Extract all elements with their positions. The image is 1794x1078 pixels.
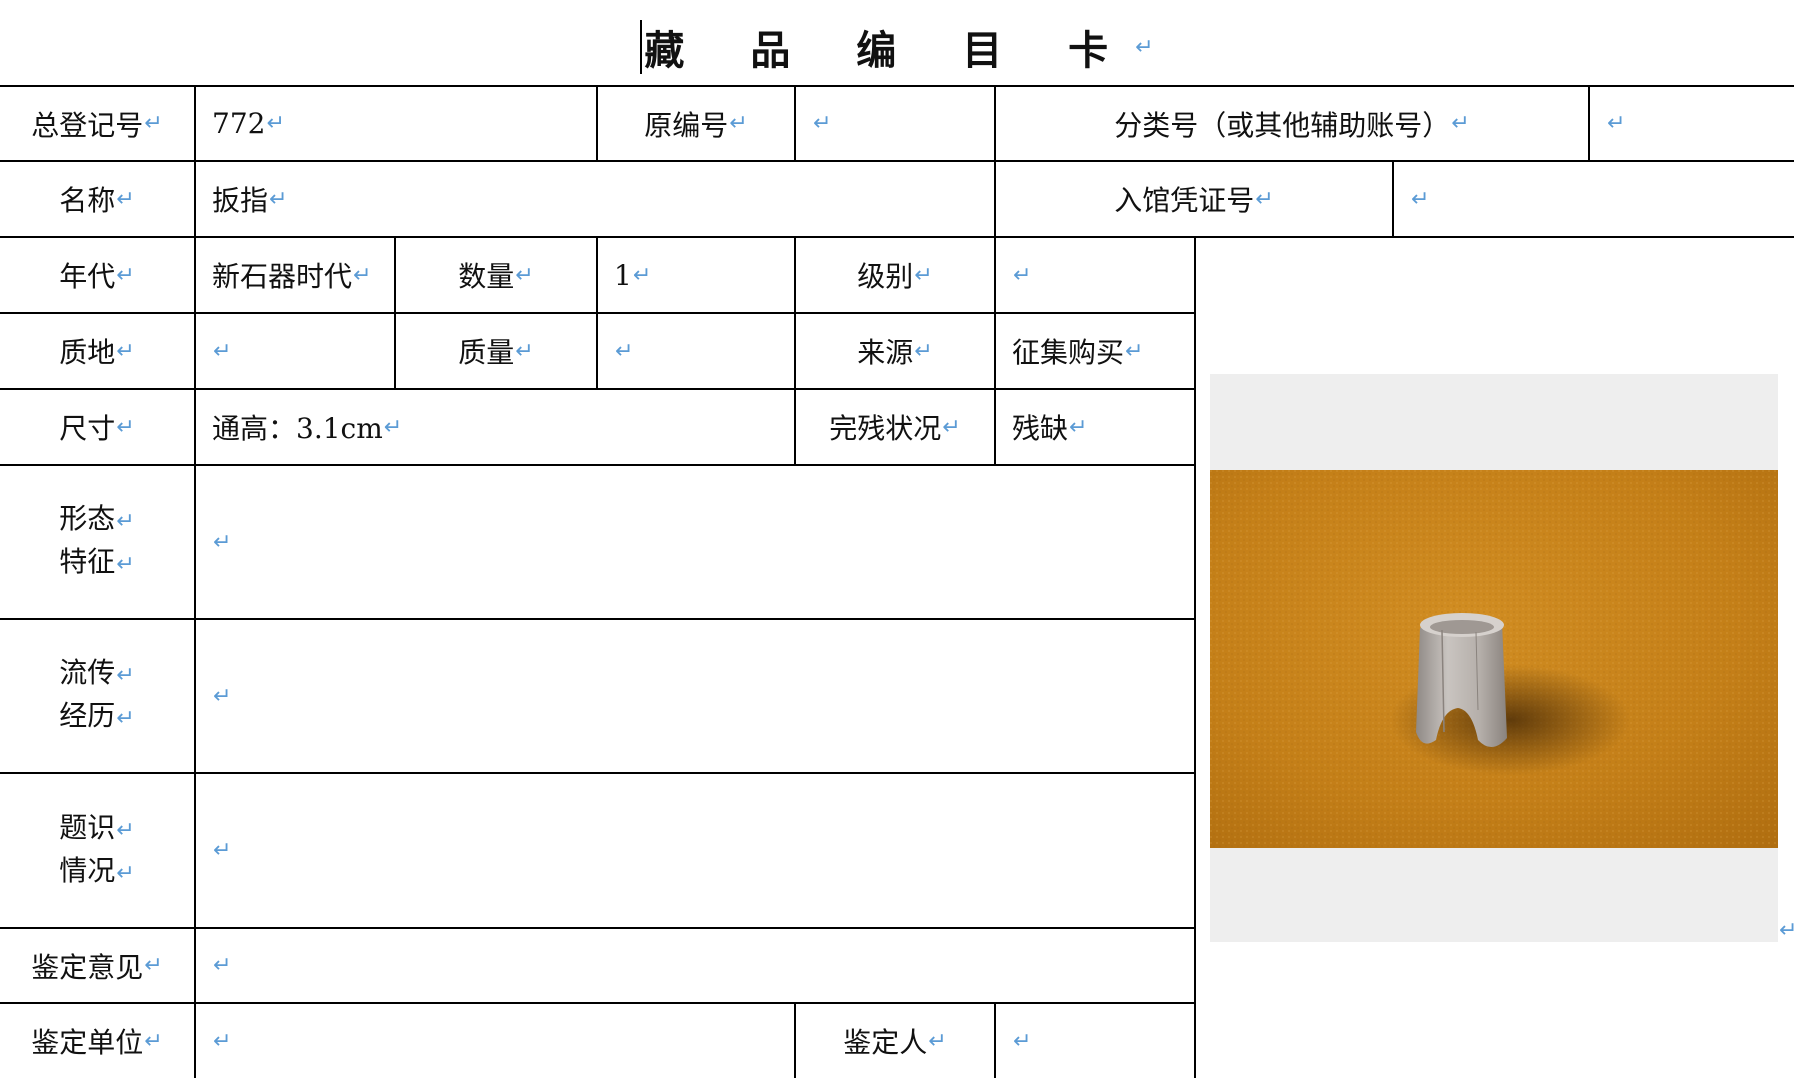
- card-title-text: 藏 品 编 目 卡: [644, 28, 1135, 74]
- paragraph-mark-icon: ↵: [213, 953, 232, 978]
- label-history: 流传↵ 经历↵: [59, 656, 135, 732]
- label-grade: 级别 ↵: [857, 260, 933, 293]
- artifact-image: [1210, 470, 1778, 848]
- label-appraisal-opinion: 鉴定意见 ↵: [31, 950, 163, 984]
- value-inscription[interactable]: ↵: [196, 774, 1194, 927]
- paragraph-mark-icon: ↵: [1013, 262, 1032, 288]
- value-original-no[interactable]: ↵: [796, 87, 994, 160]
- paragraph-mark-icon: ↵: [213, 838, 232, 863]
- paragraph-mark-icon: ↵: [1125, 338, 1144, 364]
- paragraph-mark-icon: ↵: [914, 338, 933, 364]
- paragraph-mark-icon: ↵: [928, 1028, 947, 1054]
- label-form: 形态↵ 特征↵: [59, 502, 135, 578]
- paragraph-mark-icon: ↵: [615, 338, 634, 364]
- paragraph-mark-icon: ↵: [914, 262, 933, 288]
- label-weight: 质量 ↵: [458, 336, 534, 369]
- artifact-photo: [1210, 470, 1778, 848]
- paragraph-mark-icon: ↵: [116, 552, 135, 577]
- value-total-reg-no[interactable]: 772 ↵: [196, 87, 596, 160]
- paragraph-mark-icon: ↵: [116, 262, 135, 288]
- paragraph-mark-icon: ↵: [1069, 414, 1088, 440]
- paragraph-mark-icon: ↵: [116, 338, 135, 364]
- paragraph-mark-icon: ↵: [116, 817, 135, 843]
- label-class-no: 分类号（或其他辅助账号） ↵: [1114, 108, 1470, 142]
- paragraph-mark-icon: ↵: [116, 663, 135, 688]
- paragraph-mark-icon: ↵: [116, 414, 135, 440]
- paragraph-mark-icon: ↵: [1779, 918, 1794, 943]
- paragraph-mark-icon: ↵: [942, 414, 961, 440]
- paragraph-mark-icon: ↵: [515, 338, 534, 364]
- label-source: 来源 ↵: [857, 336, 933, 369]
- paragraph-mark-icon: ↵: [144, 111, 163, 136]
- value-material[interactable]: ↵: [196, 314, 394, 388]
- paragraph-mark-icon: ↵: [1607, 111, 1626, 136]
- value-era[interactable]: 新石器时代 ↵: [196, 238, 394, 312]
- paragraph-mark-icon: ↵: [116, 509, 135, 534]
- paragraph-mark-icon: ↵: [353, 262, 372, 288]
- artifact-photo-frame[interactable]: [1210, 374, 1778, 942]
- label-quantity: 数量 ↵: [458, 260, 534, 293]
- paragraph-mark-icon: ↵: [116, 706, 135, 731]
- value-source[interactable]: 征集购买 ↵: [996, 314, 1194, 388]
- paragraph-mark-icon: ↵: [515, 262, 534, 288]
- label-size: 尺寸 ↵: [59, 412, 135, 445]
- value-quantity[interactable]: 1 ↵: [598, 238, 794, 312]
- label-total-reg-no: 总登记号 ↵: [31, 108, 163, 142]
- paragraph-mark-icon: ↵: [269, 186, 288, 212]
- paragraph-mark-icon: ↵: [213, 1028, 232, 1054]
- value-class-no[interactable]: ↵: [1590, 87, 1794, 160]
- paragraph-mark-icon: ↵: [1255, 186, 1274, 212]
- label-name: 名称 ↵: [59, 184, 135, 217]
- paragraph-mark-icon: ↵: [144, 1028, 163, 1054]
- paragraph-mark-icon: ↵: [1451, 111, 1470, 136]
- paragraph-mark-icon: ↵: [1135, 34, 1154, 60]
- label-appraisal-unit: 鉴定单位 ↵: [31, 1026, 163, 1059]
- paragraph-mark-icon: ↵: [632, 262, 652, 288]
- value-size[interactable]: 通高：3.1cm ↵: [196, 390, 794, 464]
- value-form[interactable]: ↵: [196, 466, 1194, 618]
- paragraph-mark-icon: ↵: [213, 529, 232, 555]
- value-name[interactable]: 扳指 ↵: [196, 162, 994, 236]
- label-entry-voucher: 入馆凭证号 ↵: [1114, 184, 1274, 217]
- paragraph-mark-icon: ↵: [813, 111, 832, 136]
- paragraph-mark-icon: ↵: [144, 953, 163, 978]
- label-appraiser: 鉴定人 ↵: [843, 1026, 947, 1059]
- label-inscription: 题识↵ 情况↵: [59, 810, 135, 887]
- label-material: 质地 ↵: [59, 336, 135, 369]
- label-original-no: 原编号 ↵: [644, 108, 748, 142]
- paragraph-mark-icon: ↵: [266, 111, 285, 136]
- value-entry-voucher[interactable]: ↵: [1394, 162, 1794, 236]
- value-appraisal-opinion[interactable]: ↵: [196, 929, 1194, 1002]
- value-appraisal-unit[interactable]: ↵: [196, 1004, 794, 1078]
- paragraph-mark-icon: ↵: [383, 414, 403, 440]
- card-title: 藏 品 编 目 卡 ↵: [0, 12, 1794, 82]
- paragraph-mark-icon: ↵: [1013, 1028, 1032, 1054]
- paragraph-mark-icon: ↵: [213, 338, 232, 364]
- label-era: 年代 ↵: [59, 260, 135, 293]
- label-condition: 完残状况 ↵: [829, 412, 961, 445]
- text-cursor: [640, 20, 643, 74]
- paragraph-mark-icon: ↵: [213, 683, 232, 709]
- paragraph-mark-icon: ↵: [116, 860, 135, 886]
- value-appraiser[interactable]: ↵: [996, 1004, 1194, 1078]
- paragraph-mark-icon: ↵: [1411, 186, 1430, 212]
- value-condition[interactable]: 残缺 ↵: [996, 390, 1194, 464]
- value-grade[interactable]: ↵: [996, 238, 1194, 312]
- paragraph-mark-icon: ↵: [729, 111, 748, 136]
- paragraph-mark-icon: ↵: [116, 186, 135, 212]
- value-weight[interactable]: ↵: [598, 314, 794, 388]
- value-history[interactable]: ↵: [196, 620, 1194, 772]
